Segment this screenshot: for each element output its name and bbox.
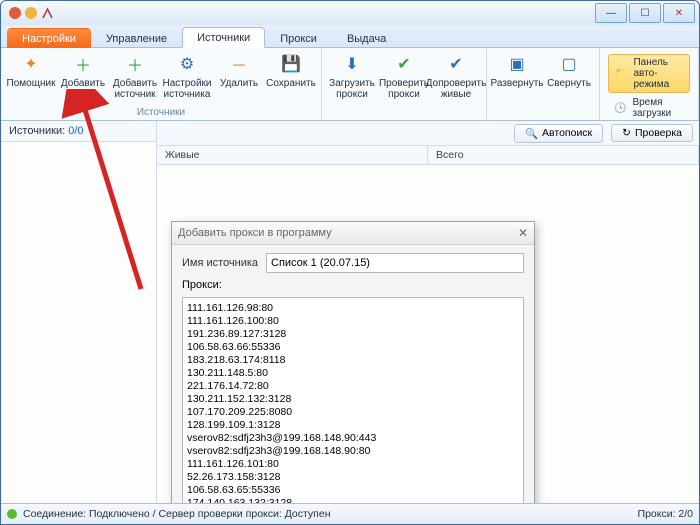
proxy-list-textarea[interactable] — [182, 297, 524, 503]
tool2-label: Автопоиск — [542, 127, 592, 139]
ribbon-icon: ＋ — [71, 52, 95, 76]
dialog-title-bar[interactable]: Добавить прокси в программу ✕ — [172, 222, 534, 245]
ribbon-rg1-5[interactable]: 💾 Сохранить — [265, 50, 317, 107]
ribbon-label: Помощник — [7, 78, 56, 89]
ribbon-label: Проверитьпрокси — [379, 78, 429, 100]
ribbon-label: Настройкиисточника — [162, 78, 211, 100]
dialog-title: Добавить прокси в программу — [178, 227, 332, 239]
tab-4[interactable]: Выдача — [332, 28, 401, 48]
col-alive: Живые — [157, 146, 428, 164]
ribbon-group-caption — [326, 107, 482, 119]
source-name-label: Имя источника — [182, 257, 260, 269]
status-connection: Соединение: Подключено / Сервер проверки… — [23, 508, 331, 520]
dialog-close-icon[interactable]: ✕ — [518, 226, 528, 240]
ribbon-rg3-0[interactable]: ▣ Развернуть — [491, 50, 543, 107]
ribbon-rg2-1[interactable]: ✔Проверитьпрокси — [378, 50, 430, 107]
ribbon-label: Развернуть — [491, 78, 544, 89]
side-button-icon: 🕓 — [614, 103, 626, 114]
ribbon-icon: ✔ — [392, 52, 416, 76]
side-button-label: Панель авто-режима — [633, 57, 683, 90]
ribbon-rg3-1[interactable]: ▢ Свернуть — [543, 50, 595, 107]
ribbon-label: Добавитьпрокси — [61, 78, 105, 100]
ribbon-icon: ✦ — [19, 52, 43, 76]
col-total: Всего — [428, 146, 699, 164]
tool2-icon: 🔍 — [525, 127, 538, 140]
ribbon-icon: 💾 — [279, 52, 303, 76]
add-proxy-dialog: Добавить прокси в программу ✕ Имя источн… — [171, 221, 535, 503]
ribbon-rg1-3[interactable]: ⚙Настройкиисточника — [161, 50, 213, 107]
ribbon-rg1-4[interactable]: － Удалить — [213, 50, 265, 107]
sources-pane: Источники: 0/0 — [1, 121, 157, 503]
title-bar: — ☐ ✕ — [1, 1, 699, 25]
ribbon-group-caption — [491, 107, 595, 119]
proxy-list-label: Прокси: — [182, 279, 524, 291]
side-button-0[interactable]: 📁 Панель авто-режима — [608, 54, 690, 93]
ribbon-label: Добавитьисточник — [113, 78, 157, 100]
ribbon-icon: ＋ — [123, 52, 147, 76]
tool2-icon: ↻ — [622, 127, 631, 139]
tab-2[interactable]: Источники — [182, 27, 265, 48]
status-bar: Соединение: Подключено / Сервер проверки… — [1, 503, 699, 524]
side-button-icon: 📁 — [615, 68, 627, 79]
close-button[interactable]: ✕ — [663, 3, 695, 23]
ribbon-rg2-0[interactable]: ⬇Загрузитьпрокси — [326, 50, 378, 107]
ribbon-label: Удалить — [220, 78, 258, 89]
ribbon-rg2-2[interactable]: ✔Допроверитьживые — [430, 50, 482, 107]
minimize-button[interactable]: — — [595, 3, 627, 23]
ribbon-rg1-0[interactable]: ✦ Помощник — [5, 50, 57, 107]
tool2-1[interactable]: ↻ Проверка — [611, 124, 693, 142]
sources-header: Источники: 0/0 — [1, 121, 156, 142]
ribbon-group-caption: Источники — [5, 107, 317, 119]
ribbon-icon: － — [227, 52, 251, 76]
ribbon-label: Допроверитьживые — [426, 78, 487, 100]
tool2-label: Проверка — [635, 127, 682, 139]
ribbon-label: Свернуть — [547, 78, 591, 89]
ribbon-rg1-2[interactable]: ＋Добавитьисточник — [109, 50, 161, 107]
side-button-label: Время загрузки — [632, 97, 684, 119]
tool2-0[interactable]: 🔍 Автопоиск — [514, 124, 603, 143]
ribbon-label: Сохранить — [266, 78, 316, 89]
ribbon: ✦Помощник＋Добавитьпрокси＋Добавитьисточни… — [1, 48, 699, 121]
ribbon-icon: ▢ — [557, 52, 581, 76]
side-button-1[interactable]: 🕓 Время загрузки — [608, 95, 690, 121]
tab-3[interactable]: Прокси — [265, 28, 332, 48]
ribbon-label: Загрузитьпрокси — [329, 78, 375, 100]
maximize-button[interactable]: ☐ — [629, 3, 661, 23]
mac-dot-yellow — [25, 7, 37, 19]
tab-1[interactable]: Управление — [91, 28, 182, 48]
ribbon-icon: ✔ — [444, 52, 468, 76]
ribbon-tabs: НастройкиУправлениеИсточникиПроксиВыдача — [1, 25, 699, 48]
ribbon-rg1-1[interactable]: ＋Добавитьпрокси — [57, 50, 109, 107]
connection-dot-icon — [7, 509, 17, 519]
source-name-input[interactable] — [266, 253, 524, 273]
ribbon-icon: ⬇ — [340, 52, 364, 76]
mac-dot-red — [9, 7, 21, 19]
app-icon — [41, 7, 54, 20]
ribbon-icon: ▣ — [505, 52, 529, 76]
ribbon-icon: ⚙ — [175, 52, 199, 76]
status-proxy-count: Прокси: 2/0 — [638, 508, 693, 520]
tab-0[interactable]: Настройки — [7, 28, 91, 48]
